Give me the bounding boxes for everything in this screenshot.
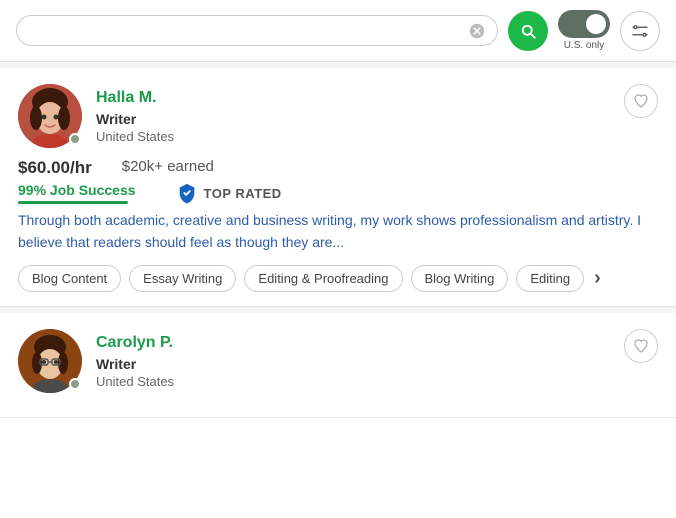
profile-name[interactable]: Carolyn P.	[96, 333, 174, 354]
card-left: Halla M. Writer United States	[18, 84, 174, 148]
skill-tag[interactable]: Blog Content	[18, 265, 121, 292]
online-indicator	[69, 378, 81, 390]
job-success-text: 99% Job Success	[18, 182, 136, 198]
more-skills-button[interactable]: ›	[594, 267, 601, 290]
search-bar: content writer U.S. only	[0, 0, 676, 62]
profile-info: Halla M. Writer United States	[96, 84, 174, 144]
search-icon	[519, 22, 537, 40]
shield-icon	[176, 182, 198, 204]
total-earned: $20k+ earned	[122, 158, 214, 178]
avatar-wrapper	[18, 329, 82, 393]
heart-icon	[633, 93, 649, 109]
job-success-bar	[18, 201, 128, 204]
save-button[interactable]	[624, 84, 658, 118]
profile-name[interactable]: Halla M.	[96, 88, 174, 109]
search-input[interactable]: content writer	[29, 22, 461, 39]
skills-row: Blog Content Essay Writing Editing & Pro…	[18, 265, 658, 292]
us-only-toggle[interactable]	[558, 10, 610, 38]
clear-icon[interactable]	[469, 23, 485, 39]
card-left: Carolyn P. Writer United States	[18, 329, 174, 393]
profile-title: Writer	[96, 111, 174, 127]
profile-location: United States	[96, 129, 174, 144]
heart-icon	[633, 338, 649, 354]
search-input-wrapper: content writer	[16, 15, 498, 46]
skill-tag[interactable]: Editing	[516, 265, 584, 292]
skill-tag[interactable]: Essay Writing	[129, 265, 236, 292]
toggle-label: U.S. only	[564, 40, 605, 51]
filter-button[interactable]	[620, 11, 660, 51]
profile-title: Writer	[96, 356, 174, 372]
card-header: Halla M. Writer United States	[18, 84, 658, 148]
profile-info: Carolyn P. Writer United States	[96, 329, 174, 389]
top-rated-badge: TOP RATED	[176, 182, 282, 204]
filter-icon	[631, 22, 649, 40]
us-only-toggle-wrapper: U.S. only	[558, 10, 610, 51]
avatar-wrapper	[18, 84, 82, 148]
save-button[interactable]	[624, 329, 658, 363]
online-indicator	[69, 133, 81, 145]
job-success: 99% Job Success	[18, 182, 136, 204]
skill-tag[interactable]: Blog Writing	[411, 265, 509, 292]
freelancer-card: Halla M. Writer United States $60.00/hr …	[0, 68, 676, 307]
skill-tag[interactable]: Editing & Proofreading	[244, 265, 402, 292]
card-header: Carolyn P. Writer United States	[18, 329, 658, 393]
freelancer-card: Carolyn P. Writer United States	[0, 313, 676, 418]
job-success-row: 99% Job Success TOP RATED	[18, 182, 658, 204]
search-button[interactable]	[508, 11, 548, 51]
profile-location: United States	[96, 374, 174, 389]
badge-text: TOP RATED	[204, 186, 282, 201]
toggle-knob	[586, 14, 606, 34]
hourly-rate: $60.00/hr	[18, 158, 92, 178]
stats-row: $60.00/hr $20k+ earned	[18, 158, 658, 178]
profile-bio[interactable]: Through both academic, creative and busi…	[18, 210, 658, 253]
